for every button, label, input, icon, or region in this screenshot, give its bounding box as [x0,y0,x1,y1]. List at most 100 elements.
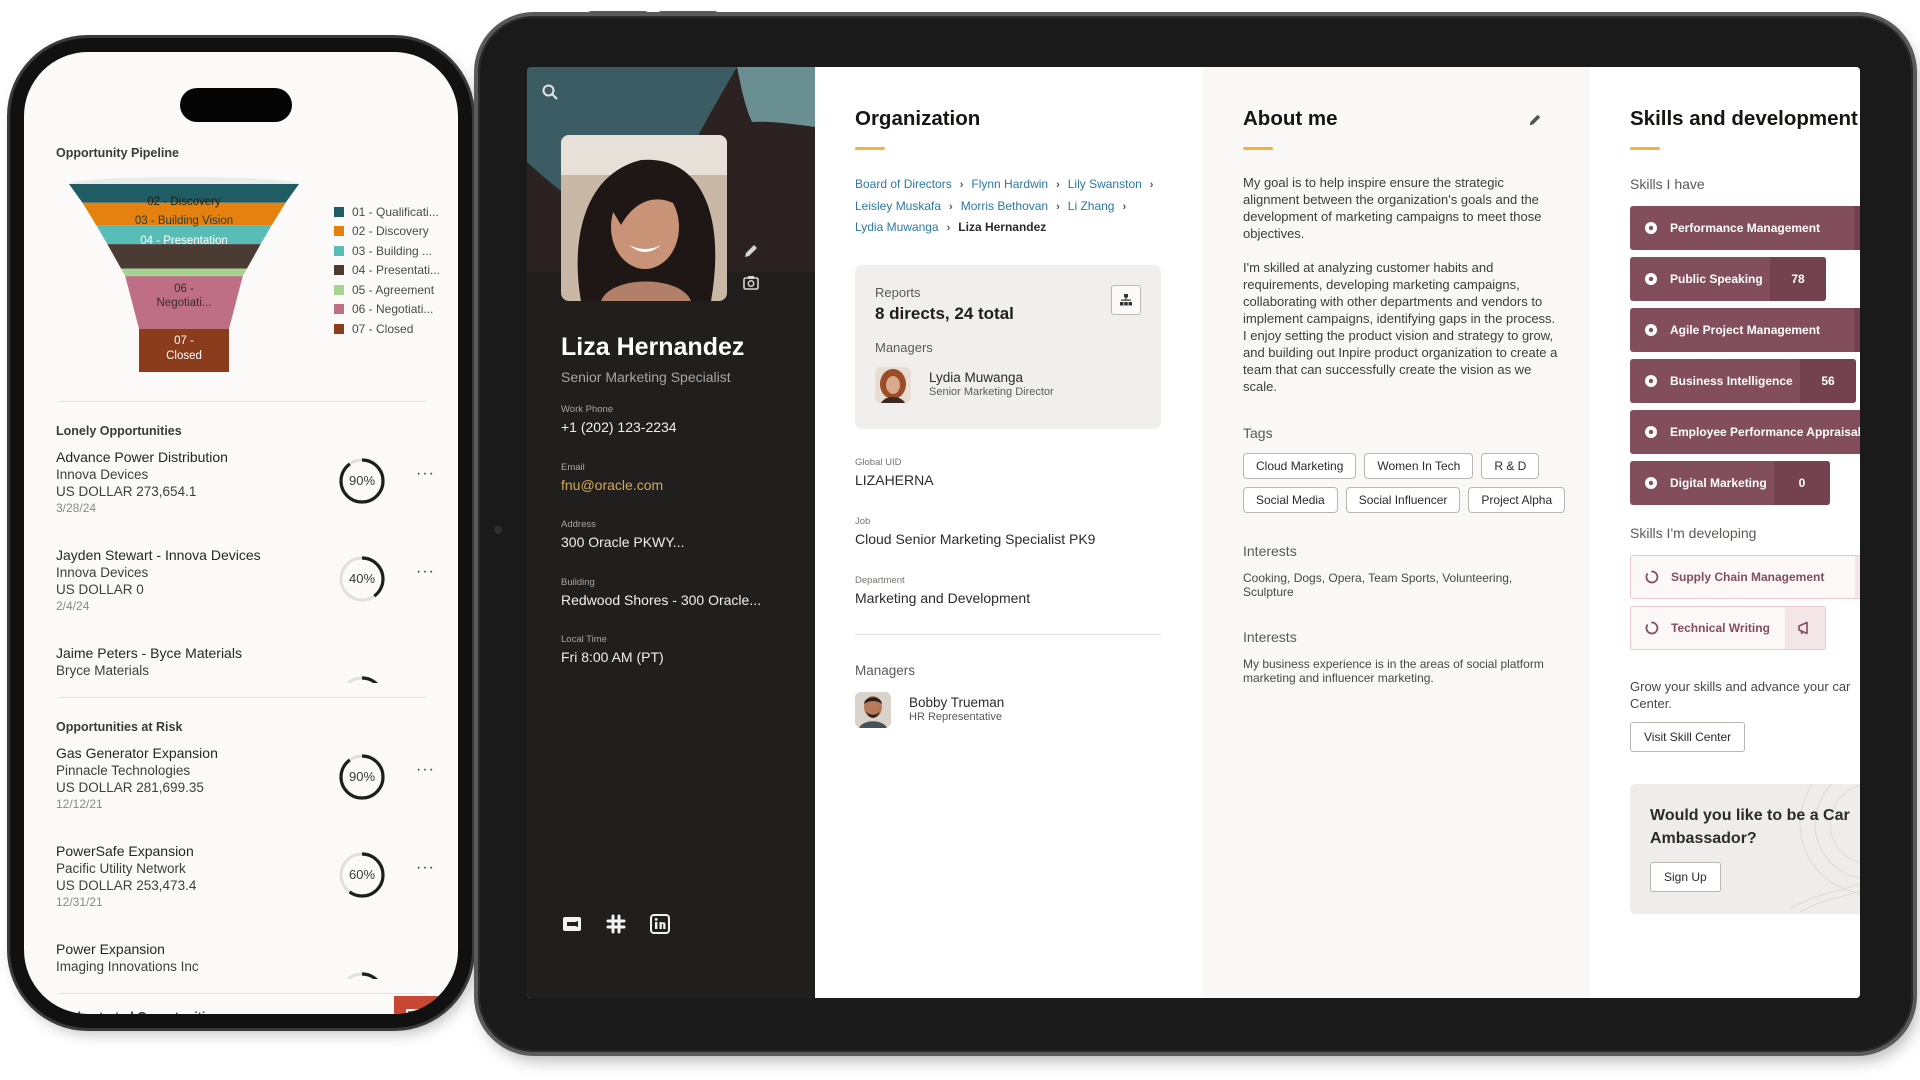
in-progress-icon [1645,570,1659,584]
opportunity-item[interactable]: Jaime Peters - Byce Materials Bryce Mater… [56,645,428,683]
badge-icon [1645,477,1657,489]
visit-skill-center-button[interactable]: Visit Skill Center [1630,722,1746,752]
legend-item[interactable]: 02 - Discovery [334,222,440,242]
legend-swatch [334,245,344,256]
edit-profile-button[interactable] [743,243,759,264]
change-photo-button[interactable] [743,275,759,295]
email-link[interactable]: fnu@oracle.com [561,476,663,495]
manager-card[interactable]: Lydia Muwanga Senior Marketing Director [875,366,1141,403]
sign-up-button[interactable]: Sign Up [1650,862,1721,892]
profile-panel: Liza Hernandez Senior Marketing Speciali… [527,67,815,998]
promote-skill-button[interactable] [1785,607,1825,649]
edit-about-button[interactable] [1528,113,1542,132]
hr-managers-label: Managers [855,662,916,678]
tag-chip[interactable]: Social Media [1243,487,1338,513]
more-actions-button[interactable]: ··· [416,563,435,581]
opportunity-item[interactable]: Advance Power Distribution Innova Devices… [56,449,434,536]
pipeline-chart: 02 - Discovery 03 - Building Vision 04 - P… [56,172,440,387]
breadcrumb-link[interactable]: Flynn Hardwin [971,177,1048,191]
breadcrumb-link[interactable]: Morris Bethovan [961,199,1048,213]
legend-swatch [334,323,344,334]
legend-item[interactable]: 05 - Agreement [334,280,440,300]
opportunity-item[interactable]: Gas Generator Expansion Pinnacle Technolo… [56,745,434,832]
skill-name: Public Speaking [1670,272,1763,286]
opportunity-item[interactable]: Power ExpansionImaging Innovations Inc50… [56,941,428,979]
skill-name: Supply Chain Management [1671,570,1825,584]
developing-skill-pill[interactable]: Supply Chain Management [1630,555,1860,599]
more-actions-button[interactable]: ··· [416,761,435,779]
tag-chip[interactable]: Cloud Marketing [1243,453,1357,479]
funnel-legend: 01 - Qualificati... 02 - Discovery 03 - Bu… [334,202,440,339]
legend-item[interactable]: 06 - Negotiati... [334,300,440,320]
lightbulb-icon [1645,222,1657,234]
legend-item[interactable]: 03 - Building ... [334,241,440,261]
breadcrumb-link[interactable]: Board of Directors [855,177,952,191]
promote-skill-button[interactable] [1855,556,1860,598]
breadcrumb-link[interactable]: Lydia Muwanga [855,220,939,234]
opportunity-item[interactable]: PowerSafe Expansion Pacific Utility Netwo… [56,843,434,930]
skill-pill[interactable]: Digital Marketing 0 [1630,461,1830,505]
about-paragraph: My goal is to help inspire ensure the st… [1243,175,1542,241]
skill-score: 9 [1854,206,1860,250]
legend-label: 05 - Agreement [352,282,435,297]
skill-name: Business Intelligence [1670,374,1793,388]
opportunity-item[interactable]: Jayden Stewart - Innova Devices Innova De… [56,547,434,634]
linkedin-button[interactable] [649,913,671,935]
opportunity-title[interactable]: Jaime Peters - Byce Materials [56,645,428,662]
skills-heading: Skills and development [1630,107,1858,130]
tag-chip[interactable]: Project Alpha [1468,487,1566,513]
chat-button[interactable] [394,996,438,1014]
ambassador-title-line: Would you like to be a Car [1650,807,1850,824]
badge-icon [1645,273,1657,285]
camera-icon [743,276,759,290]
divider [855,633,1161,635]
edit-icon [1529,114,1541,126]
probability-label: 50% [338,971,386,979]
funnel-segment[interactable] [107,244,261,269]
breadcrumb-link[interactable]: Leisley Muskafa [855,199,941,213]
field-label: Global UID [855,456,902,468]
work-phone-value[interactable]: +1 (202) 123-2234 [561,418,677,437]
skill-pill[interactable]: Public Speaking 78 [1630,257,1826,301]
divider [58,993,426,994]
grow-text-line: Center. [1630,696,1672,711]
legend-item[interactable]: 07 - Closed [334,319,440,339]
opportunity-title[interactable]: Power Expansion [56,941,428,958]
slack-button[interactable] [605,913,627,935]
skills-have-label: Skills I have [1630,176,1705,192]
hr-manager-photo [855,691,891,728]
developing-skill-pill[interactable]: Technical Writing [1630,606,1826,650]
skill-pill[interactable]: Agile Project Management 6 [1630,308,1860,352]
tag-chip[interactable]: Women In Tech [1364,453,1474,479]
search-button[interactable] [541,83,561,103]
skill-pill[interactable]: Performance Management 9 [1630,206,1860,250]
org-breadcrumb: Board of Directors › Flynn Hardwin › Lily Sw… [855,174,1183,239]
legend-item[interactable]: 04 - Presentati... [334,261,440,281]
video-call-button[interactable] [561,913,583,935]
org-chart-icon [1120,293,1132,305]
more-actions-button[interactable]: ··· [416,465,435,483]
skills-developing-label: Skills I'm developing [1630,525,1757,541]
skill-score: 6 [1854,308,1860,352]
legend-item[interactable]: 01 - Qualificati... [334,202,440,222]
work-phone-field: Work Phone +1 (202) 123-2234 [561,403,677,437]
skill-pill[interactable]: Business Intelligence 56 [1630,359,1856,403]
skill-score: 78 [1770,257,1826,301]
funnel-segment[interactable] [121,268,247,277]
skill-score: 0 [1774,461,1830,505]
breadcrumb-link[interactable]: Lily Swanston [1068,177,1142,191]
slack-icon [606,914,626,934]
legend-swatch [334,206,344,217]
badge-icon [1645,426,1657,438]
tag-chip[interactable]: R & D [1481,453,1540,479]
breadcrumb-link[interactable]: Li Zhang [1068,199,1115,213]
more-actions-button[interactable]: ··· [416,859,435,877]
hr-manager-card[interactable]: Bobby Trueman HR Representative [855,691,1183,728]
funnel-segment-label: 03 - Building Vision [135,215,233,227]
org-chart-button[interactable] [1111,284,1141,315]
badge-icon [1645,324,1657,336]
skill-pill[interactable]: Employee Performance Appraisals [1630,410,1860,454]
funnel-chart[interactable]: 02 - Discovery 03 - Building Vision 04 - P… [64,172,304,382]
tag-chip[interactable]: Social Influencer [1345,487,1461,513]
section-title: Opportunities at Risk [56,720,183,734]
